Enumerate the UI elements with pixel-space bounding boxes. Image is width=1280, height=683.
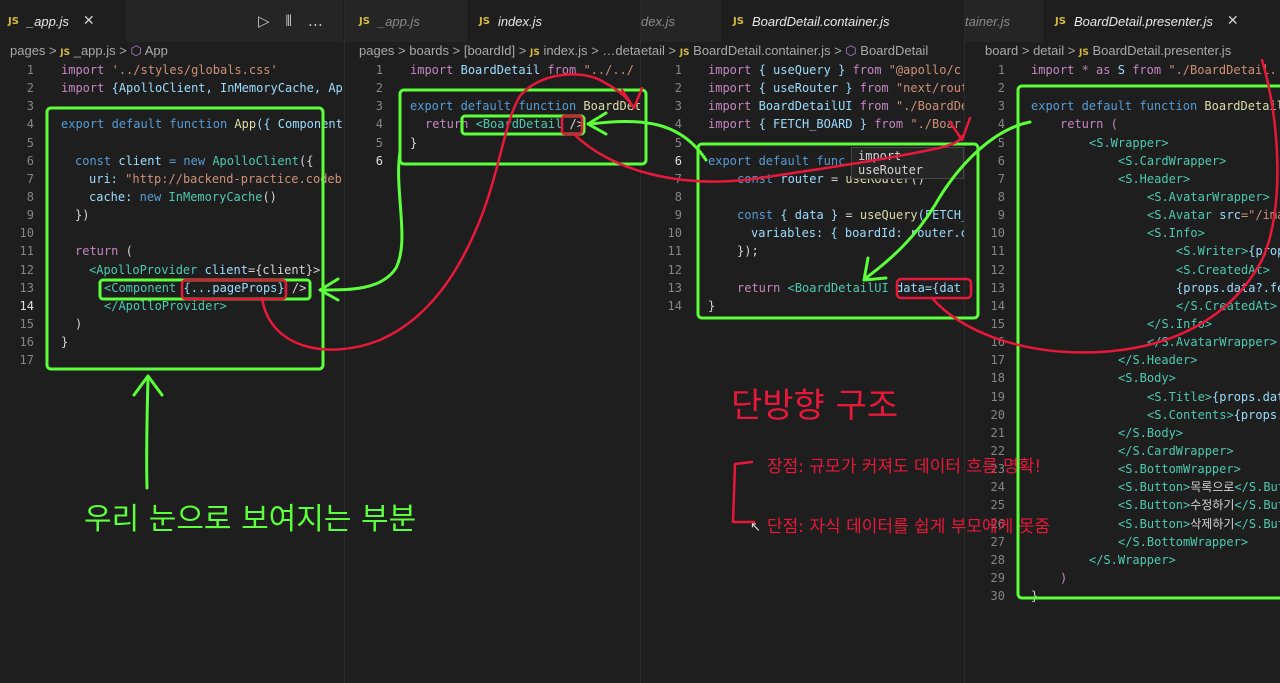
visible-part-label: 우리 눈으로 보여지는 부분 [84,502,417,537]
arrow-up [145,376,150,490]
one-way-structure-label: 단방향 구조 [731,386,899,426]
red-flow-container-to-presenter [930,58,1279,354]
red-flow-index-to-container-head [948,116,972,142]
red-box-pageprops [180,278,288,301]
con-note: 단점: 자식 데이터를 쉽게 부모에게 못줌 [767,517,1050,537]
green-box-container-function [696,142,980,320]
green-box-presenter-function [1016,84,1280,600]
green-box-index-function [398,88,648,166]
green-box-app-function [45,106,325,371]
mouse-cursor-icon: ↖ [750,520,761,535]
arrow-index-to-app [320,150,404,292]
arrow-container-to-index [588,119,708,162]
red-bracket [731,460,756,524]
green-box-component [98,278,312,301]
red-flow-index-to-container [572,132,964,183]
red-box-data [895,277,973,300]
red-box-slash [560,114,584,136]
green-box-boarddetail [460,114,586,136]
annotation-overlay [45,58,1280,600]
pro-note: 장점: 규모가 커져도 데이터 흐름 명확! [767,457,1042,477]
